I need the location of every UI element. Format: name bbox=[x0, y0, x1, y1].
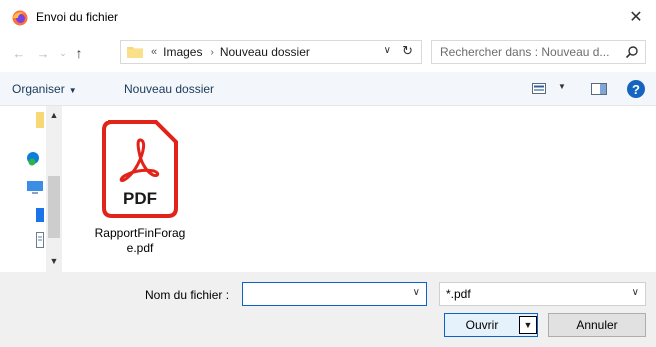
nav-scrollbar[interactable]: ▲ ▼ bbox=[46, 106, 62, 272]
scroll-down-icon[interactable]: ▼ bbox=[46, 254, 62, 268]
arrow-up-icon: ↑ bbox=[75, 45, 83, 61]
folder-icon bbox=[36, 112, 44, 128]
caret-down-icon: ▼ bbox=[68, 86, 77, 95]
breadcrumb-nouveau-dossier[interactable]: Nouveau dossier bbox=[220, 45, 310, 59]
preview-pane-icon[interactable] bbox=[591, 83, 607, 95]
file-type-select[interactable]: *.pdf ∨ bbox=[439, 282, 646, 306]
help-icon: ? bbox=[632, 81, 640, 97]
breadcrumb-images[interactable]: Images bbox=[163, 45, 202, 59]
onedrive-icon bbox=[27, 152, 39, 166]
refresh-icon[interactable]: ↻ bbox=[402, 43, 413, 59]
back-button[interactable]: ← bbox=[10, 44, 28, 62]
chevron-down-icon[interactable]: ∨ bbox=[632, 287, 639, 298]
address-row: ← → ⌄ ↑ « Images › Nouveau dossier ∨ ↻ R… bbox=[0, 34, 656, 72]
this-pc-icon bbox=[27, 181, 43, 194]
pdf-file-icon: PDF bbox=[102, 120, 178, 218]
arrow-right-icon: → bbox=[36, 45, 50, 61]
breadcrumb-overflow[interactable]: « bbox=[151, 46, 157, 58]
view-options-icon[interactable] bbox=[532, 83, 546, 94]
forward-button[interactable]: → bbox=[34, 44, 52, 62]
open-options-dropdown-icon[interactable]: ▼ bbox=[519, 316, 537, 334]
open-label: Ouvrir bbox=[465, 318, 499, 332]
close-button[interactable]: ✕ bbox=[616, 0, 656, 34]
cancel-button[interactable]: Annuler bbox=[548, 313, 646, 337]
address-dropdown-icon[interactable]: ∨ bbox=[384, 45, 391, 56]
file-type-value: *.pdf bbox=[446, 287, 471, 301]
search-input[interactable]: Rechercher dans : Nouveau d... bbox=[431, 40, 646, 64]
title-bar: Envoi du fichier ✕ bbox=[0, 0, 656, 34]
command-bar: Organiser ▼ Nouveau dossier ▼ ? bbox=[0, 72, 656, 106]
firefox-icon bbox=[12, 10, 28, 26]
up-button[interactable]: ↑ bbox=[70, 44, 88, 62]
organise-label: Organiser bbox=[12, 82, 65, 96]
file-item[interactable]: PDF RapportFinForage.pdf bbox=[90, 114, 190, 266]
search-placeholder: Rechercher dans : Nouveau d... bbox=[440, 45, 610, 59]
filename-input[interactable]: ∨ bbox=[242, 282, 427, 306]
scroll-up-icon[interactable]: ▲ bbox=[46, 108, 62, 122]
organise-menu-button[interactable]: Organiser ▼ bbox=[12, 82, 77, 96]
address-bar[interactable]: « Images › Nouveau dossier ∨ ↻ bbox=[120, 40, 422, 64]
filename-label: Nom du fichier : bbox=[145, 288, 230, 302]
pdf-icon-label: PDF bbox=[123, 189, 157, 208]
open-button[interactable]: Ouvrir ▼ bbox=[444, 313, 538, 337]
search-icon bbox=[625, 46, 638, 59]
new-folder-button[interactable]: Nouveau dossier bbox=[124, 82, 214, 96]
footer-panel: Nom du fichier : ∨ *.pdf ∨ Ouvrir ▼ Annu… bbox=[0, 272, 656, 347]
breadcrumb-separator: › bbox=[210, 46, 214, 58]
scroll-thumb[interactable] bbox=[48, 176, 60, 238]
chevron-down-icon[interactable]: ∨ bbox=[413, 287, 420, 298]
window-title: Envoi du fichier bbox=[36, 10, 119, 24]
file-list[interactable]: PDF RapportFinForage.pdf bbox=[62, 106, 656, 272]
view-dropdown-icon[interactable]: ▼ bbox=[558, 82, 566, 91]
arrow-left-icon: ← bbox=[12, 45, 26, 61]
folder-icon bbox=[127, 47, 143, 58]
file-name: RapportFinForage.pdf bbox=[94, 226, 186, 255]
document-icon bbox=[36, 232, 44, 248]
chevron-down-icon: ⌄ bbox=[59, 47, 67, 58]
close-icon: ✕ bbox=[629, 9, 643, 26]
desktop-icon bbox=[36, 208, 44, 222]
help-button[interactable]: ? bbox=[627, 80, 645, 98]
